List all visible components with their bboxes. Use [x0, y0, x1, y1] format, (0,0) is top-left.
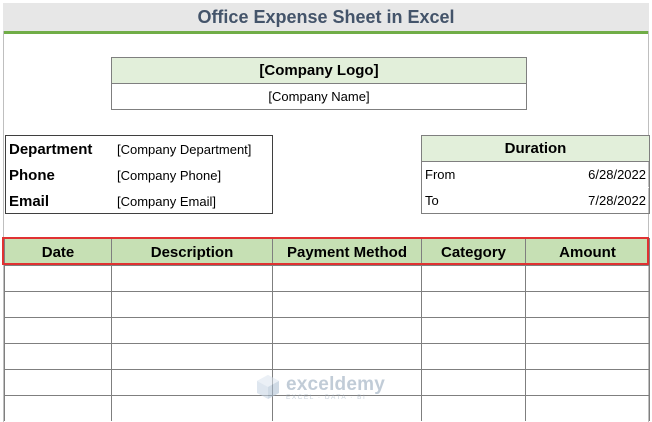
table-cell[interactable] [111, 291, 273, 318]
duration-to-row: To 7/28/2022 [422, 187, 649, 213]
info-row-email: Email [Company Email] [6, 188, 272, 214]
department-value[interactable]: [Company Department] [117, 142, 251, 157]
phone-label: Phone [9, 166, 55, 184]
table-cell[interactable] [111, 369, 273, 396]
table-cell[interactable] [4, 395, 112, 421]
table-cell[interactable] [272, 265, 422, 292]
table-row [4, 291, 650, 318]
company-name-cell[interactable]: [Company Name] [112, 84, 526, 109]
table-cell[interactable] [421, 343, 526, 370]
table-cell[interactable] [272, 291, 422, 318]
watermark-text: exceldemy EXCEL · DATA · BI [286, 374, 385, 401]
info-row-phone: Phone [Company Phone] [6, 162, 272, 188]
table-cell[interactable] [111, 265, 273, 292]
column-header-amount[interactable]: Amount [525, 238, 650, 266]
email-label: Email [9, 192, 50, 210]
table-cell[interactable] [525, 369, 650, 396]
table-cell[interactable] [525, 291, 650, 318]
table-cell[interactable] [421, 265, 526, 292]
table-cell[interactable] [421, 291, 526, 318]
duration-box: Duration From 6/28/2022 To 7/28/2022 [421, 135, 650, 214]
table-cell[interactable] [111, 395, 273, 421]
table-cell[interactable] [421, 317, 526, 344]
table-cell[interactable] [525, 265, 650, 292]
email-value[interactable]: [Company Email] [117, 194, 216, 209]
table-row [4, 317, 650, 344]
table-row [4, 265, 650, 292]
table-cell[interactable] [525, 395, 650, 421]
to-label: To [425, 193, 439, 208]
company-header: [Company Logo] [Company Name] [111, 57, 527, 110]
table-cell[interactable] [4, 291, 112, 318]
from-label: From [425, 167, 456, 182]
exceldemy-logo-icon [257, 375, 279, 399]
table-cell[interactable] [272, 343, 422, 370]
table-cell[interactable] [421, 395, 526, 421]
table-cell[interactable] [4, 317, 112, 344]
table-header-row: Date Description Payment Method Category… [4, 238, 650, 266]
table-cell[interactable] [4, 369, 112, 396]
info-row-department: Department [Company Department] [6, 136, 272, 162]
sheet-title: Office Expense Sheet in Excel [3, 3, 649, 34]
company-info-box: Department [Company Department] Phone [C… [5, 135, 273, 214]
column-header-category[interactable]: Category [421, 238, 526, 266]
table-cell[interactable] [421, 369, 526, 396]
column-header-date[interactable]: Date [4, 238, 112, 266]
table-cell[interactable] [111, 343, 273, 370]
column-header-payment-method[interactable]: Payment Method [272, 238, 422, 266]
table-cell[interactable] [111, 317, 273, 344]
company-logo-cell[interactable]: [Company Logo] [112, 58, 526, 84]
phone-value[interactable]: [Company Phone] [117, 168, 221, 183]
watermark: exceldemy EXCEL · DATA · BI [254, 373, 385, 401]
from-date[interactable]: 6/28/2022 [588, 167, 646, 182]
expense-sheet: Office Expense Sheet in Excel [Company L… [0, 0, 652, 422]
column-header-description[interactable]: Description [111, 238, 273, 266]
duration-heading: Duration [422, 136, 649, 162]
department-label: Department [9, 140, 93, 158]
table-cell[interactable] [525, 317, 650, 344]
watermark-name: exceldemy [286, 373, 385, 395]
table-cell[interactable] [4, 343, 112, 370]
watermark-tagline: EXCEL · DATA · BI [286, 393, 367, 401]
to-date[interactable]: 7/28/2022 [588, 193, 646, 208]
table-cell[interactable] [272, 317, 422, 344]
table-cell[interactable] [4, 265, 112, 292]
table-cell[interactable] [525, 343, 650, 370]
duration-from-row: From 6/28/2022 [422, 162, 649, 187]
table-row [4, 343, 650, 370]
